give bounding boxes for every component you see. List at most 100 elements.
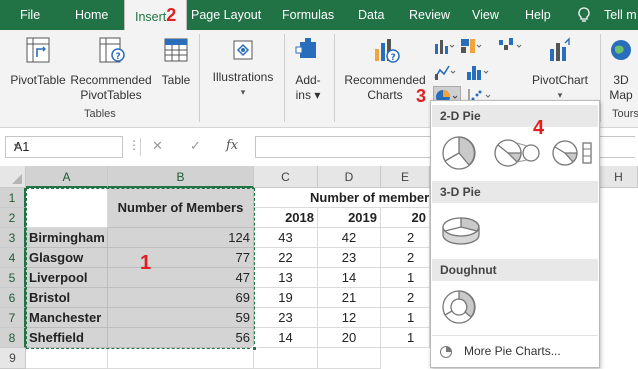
tables-group-label: Tables: [84, 108, 116, 120]
cell-d6[interactable]: 21: [318, 288, 381, 308]
doughnut-option[interactable]: [439, 287, 479, 327]
tab-review[interactable]: Review: [409, 0, 450, 30]
cell-a6[interactable]: Bristol: [26, 288, 108, 308]
column-header-c[interactable]: C: [254, 166, 318, 188]
pivotchart-icon: [550, 37, 570, 61]
row-header-8[interactable]: 8: [0, 328, 26, 348]
cell-c2-year[interactable]: 2018: [254, 208, 318, 228]
cell-b9[interactable]: [108, 348, 254, 369]
cell-c1-group-header[interactable]: Number of member: [254, 188, 430, 208]
tab-file[interactable]: File: [20, 0, 40, 30]
cell-d3[interactable]: 42: [318, 228, 381, 248]
cell-c5[interactable]: 13: [254, 268, 318, 288]
recommended-pivottables-button[interactable]: ? Recommended PivotTables: [68, 35, 154, 103]
tab-help[interactable]: Help: [525, 0, 551, 30]
cell-b8[interactable]: 56: [108, 328, 254, 348]
cell-e8[interactable]: 1: [381, 328, 430, 348]
pivottable-label: PivotTable: [10, 73, 66, 87]
doughnut-chart-icon: [442, 290, 476, 324]
step-2-annotation: 2: [166, 5, 177, 25]
cell-a4[interactable]: Glasgow: [26, 248, 108, 268]
insert-function-icon[interactable]: fx: [226, 138, 238, 153]
cell-e5[interactable]: 1: [381, 268, 430, 288]
cell-c9[interactable]: [254, 348, 318, 369]
row-header-1[interactable]: 1: [0, 188, 26, 208]
tab-data[interactable]: Data: [358, 0, 384, 30]
tab-formulas[interactable]: Formulas: [282, 0, 334, 30]
column-header-e[interactable]: E: [381, 166, 430, 188]
cell-e2-year[interactable]: 20: [381, 208, 430, 228]
row-header-4[interactable]: 4: [0, 248, 26, 268]
hierarchy-chart-button[interactable]: [459, 36, 483, 56]
cell-a5[interactable]: Liverpool: [26, 268, 108, 288]
pie-chart-small-icon: [439, 345, 453, 362]
pivottable-button[interactable]: PivotTable: [8, 35, 68, 88]
bar-of-pie-option[interactable]: [551, 133, 597, 173]
name-box[interactable]: A1 ▾: [5, 136, 123, 158]
cell-a9[interactable]: [26, 348, 108, 369]
column-header-b[interactable]: B: [108, 166, 254, 188]
cell-d8[interactable]: 20: [318, 328, 381, 348]
3d-map-button[interactable]: 3D Map: [604, 35, 638, 103]
cell-c7[interactable]: 23: [254, 308, 318, 328]
cell-b3[interactable]: 124: [108, 228, 254, 248]
pie-chart-option[interactable]: [439, 133, 479, 173]
cell-d9[interactable]: [318, 348, 381, 369]
cell-e6[interactable]: 2: [381, 288, 430, 308]
column-header-h[interactable]: H: [600, 166, 638, 188]
table-button[interactable]: Table: [158, 35, 194, 88]
cell-c4[interactable]: 22: [254, 248, 318, 268]
cell-b4[interactable]: 77: [108, 248, 254, 268]
row-header-2[interactable]: 2: [0, 208, 26, 228]
cell-a7[interactable]: Manchester: [26, 308, 108, 328]
cancel-icon[interactable]: ✕: [152, 138, 163, 154]
pie-chart-gallery: 2-D Pie 4 3-D Pie Doughnut More Pie Char…: [430, 100, 600, 368]
line-chart-button[interactable]: [433, 62, 457, 82]
statistic-chart-button[interactable]: [465, 62, 491, 82]
fill-handle[interactable]: [252, 346, 257, 351]
row-header-7[interactable]: 7: [0, 308, 26, 328]
row-header-6[interactable]: 6: [0, 288, 26, 308]
cell-d4[interactable]: 23: [318, 248, 381, 268]
row-header-3[interactable]: 3: [0, 228, 26, 248]
cell-e4[interactable]: 2: [381, 248, 430, 268]
chevron-down-icon[interactable]: ▾: [14, 141, 118, 152]
cell-a8[interactable]: Sheffield: [26, 328, 108, 348]
column-chart-button[interactable]: [433, 36, 455, 56]
tab-home[interactable]: Home: [75, 0, 108, 30]
select-all-corner[interactable]: [0, 166, 26, 188]
cell-b1-header[interactable]: Number of Members: [108, 188, 254, 228]
cell-a1[interactable]: [26, 188, 108, 228]
enter-icon[interactable]: ✓: [190, 138, 201, 154]
cell-b7[interactable]: 59: [108, 308, 254, 328]
add-ins-button[interactable]: Add- ins ▾: [288, 35, 328, 103]
add-ins-label-2: ins ▾: [295, 88, 321, 102]
pie-chart-icon: [442, 136, 476, 170]
cell-b6[interactable]: 69: [108, 288, 254, 308]
row-header-9[interactable]: 9: [0, 348, 26, 369]
cell-c3[interactable]: 43: [254, 228, 318, 248]
cell-a3[interactable]: Birmingham: [26, 228, 108, 248]
more-pie-charts-link[interactable]: More Pie Charts...: [464, 344, 561, 358]
tell-me-search[interactable]: Tell m: [604, 0, 637, 30]
cell-c8[interactable]: 14: [254, 328, 318, 348]
column-header-a[interactable]: A: [26, 166, 108, 188]
tab-view[interactable]: View: [472, 0, 499, 30]
waterfall-chart-button[interactable]: [497, 36, 525, 56]
cell-d5[interactable]: 14: [318, 268, 381, 288]
cell-d2-year[interactable]: 2019: [318, 208, 381, 228]
cell-e7[interactable]: 1: [381, 308, 430, 328]
illustrations-button[interactable]: Illustrations ▾: [206, 35, 280, 100]
illustrations-dropdown-icon: ▾: [240, 87, 246, 97]
pivotchart-button[interactable]: PivotChart ▾: [528, 35, 592, 103]
cell-d7[interactable]: 12: [318, 308, 381, 328]
tab-page-layout[interactable]: Page Layout: [191, 0, 261, 30]
tab-insert[interactable]: Insert2: [124, 0, 188, 30]
row-header-5[interactable]: 5: [0, 268, 26, 288]
column-header-d[interactable]: D: [318, 166, 381, 188]
3d-pie-option[interactable]: [439, 209, 483, 249]
cell-c6[interactable]: 19: [254, 288, 318, 308]
cell-b5[interactable]: 47: [108, 268, 254, 288]
recommended-pivottables-icon: ?: [99, 37, 125, 63]
cell-e3[interactable]: 2: [381, 228, 430, 248]
